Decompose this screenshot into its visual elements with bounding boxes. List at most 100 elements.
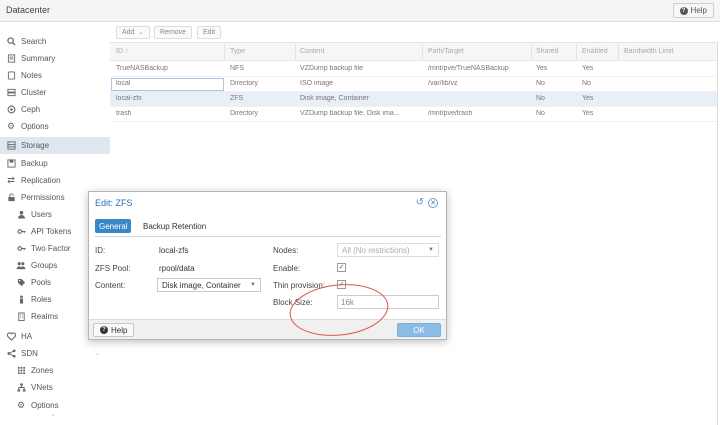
enable-checkbox[interactable]: ✓ <box>337 263 346 272</box>
male-icon <box>16 295 26 305</box>
remove-button[interactable]: Remove <box>154 26 193 39</box>
sidebar-item-label: Notes <box>21 71 42 80</box>
column-header-id[interactable]: ID ↑ <box>116 48 128 55</box>
sidebar-item-label: Options <box>21 122 49 131</box>
sidebar-item-label: Search <box>21 37 47 46</box>
sidebar-item-cluster[interactable]: Cluster <box>0 84 110 101</box>
sidebar-item-label: Roles <box>31 295 52 304</box>
cell-path: /mnt/pve/trash <box>428 110 473 117</box>
help-button[interactable]: ? Help <box>93 323 135 337</box>
table-row[interactable]: local Directory ISO image /var/lib/vz No… <box>110 77 718 92</box>
ok-button[interactable]: OK <box>397 323 441 337</box>
chevron-down-icon[interactable]: ⌄ <box>95 350 100 357</box>
cell-shared: No <box>536 95 545 102</box>
reset-icon[interactable]: ↺ <box>416 197 424 208</box>
table-row[interactable]: local-zfs ZFS Disk image, Container No Y… <box>110 92 718 107</box>
cell-id: trash <box>116 110 132 117</box>
tab-backup-retention[interactable]: Backup Retention <box>139 219 210 233</box>
key-icon <box>16 244 26 254</box>
sidebar-item-label: Cluster <box>21 88 47 97</box>
sidebar-item-sdn[interactable]: SDN ⌄ <box>0 345 110 362</box>
sidebar-item-replication[interactable]: ⇄ Replication <box>0 172 110 189</box>
cell-id: local <box>116 80 131 87</box>
edit-label: Edit <box>203 29 216 36</box>
sidebar-item-label: Two Factor <box>31 244 71 253</box>
book-icon <box>6 54 16 64</box>
sidebar-item-label: Storage <box>21 141 50 150</box>
column-header-type[interactable]: Type <box>230 48 245 55</box>
sidebar-item-label: HA <box>21 332 33 341</box>
cell-id: TrueNASBackup <box>116 65 168 72</box>
sidebar-item-search[interactable]: Search <box>0 33 110 50</box>
sidebar-item-label: SDN <box>21 349 38 358</box>
nodes-label: Nodes: <box>273 246 299 255</box>
remove-label: Remove <box>160 29 187 36</box>
column-header-enabled[interactable]: Enabled <box>582 48 608 55</box>
cell-enabled: Yes <box>582 95 594 102</box>
content-value: Disk image, Container <box>162 280 241 290</box>
sidebar-item-notes[interactable]: Notes <box>0 67 110 84</box>
table-row[interactable]: TrueNASBackup NFS VZDump backup file /mn… <box>110 62 718 77</box>
notes-icon <box>6 71 16 81</box>
cell-content: ISO image <box>300 80 334 87</box>
tab-divider <box>95 236 441 237</box>
sidebar-item-label: Realms <box>31 312 59 321</box>
help-button-top[interactable]: ? Help <box>672 3 714 18</box>
database-icon <box>6 141 16 151</box>
cell-path: /mnt/pve/TrueNASBackup <box>428 65 509 72</box>
id-value: local-zfs <box>159 246 189 255</box>
question-icon: ? <box>100 326 108 334</box>
column-header-shared[interactable]: Shared <box>536 48 559 55</box>
column-header-bandwidth[interactable]: Bandwidth Limit <box>624 48 673 55</box>
annotation-circle <box>289 284 389 336</box>
edit-button[interactable]: Edit <box>197 26 222 39</box>
id-label: ID: <box>95 246 106 255</box>
zfs-pool-value: rpool/data <box>159 264 195 273</box>
grid-header: ID ↑ Type Content Path/Target Shared Ena… <box>110 42 718 61</box>
sidebar-item-options[interactable]: ⚙ Options <box>0 118 110 135</box>
add-label: Add <box>122 29 135 36</box>
column-separator <box>422 44 423 61</box>
sidebar-item-zones[interactable]: Zones <box>0 362 110 379</box>
content-select[interactable]: Disk image, Container ▼ <box>157 278 261 292</box>
sidebar-item-label: VNets <box>31 383 53 392</box>
help-label: Help <box>690 6 707 15</box>
sidebar-item-label: Replication <box>21 176 61 185</box>
nodes-value: All (No restrictions) <box>342 245 410 255</box>
cell-shared: Yes <box>536 65 548 72</box>
sidebar-item-ceph[interactable]: Ceph <box>0 101 110 118</box>
gear-icon: ⚙ <box>6 121 16 131</box>
sidebar-item-label: Zones <box>31 366 54 375</box>
users-icon <box>16 261 26 271</box>
nodes-select[interactable]: All (No restrictions) ▼ <box>337 243 439 257</box>
cell-path: /var/lib/vz <box>428 80 458 87</box>
sidebar-item-storage[interactable]: Storage <box>0 137 110 154</box>
edit-zfs-dialog: Edit: ZFS ↺ ✕ General Backup Retention I… <box>88 191 447 340</box>
cell-shared: No <box>536 110 545 117</box>
table-row[interactable]: trash Directory VZDump backup file, Disk… <box>110 107 718 122</box>
tab-general[interactable]: General <box>95 219 132 233</box>
sidebar-item-backup[interactable]: Backup <box>0 155 110 172</box>
cell-enabled: Yes <box>582 110 594 117</box>
sidebar-item-label: Permissions <box>21 193 65 202</box>
column-header-content[interactable]: Content <box>300 48 325 55</box>
chevron-down-icon[interactable]: ⌄ <box>50 410 56 418</box>
panel-border <box>717 42 718 425</box>
sidebar-item-vnets[interactable]: VNets <box>0 379 110 396</box>
sidebar-item-label: Options <box>31 401 59 410</box>
sdn-icon <box>6 349 16 359</box>
sidebar-item-label: Ceph <box>21 105 41 114</box>
gear-icon: ⚙ <box>16 400 26 410</box>
close-icon[interactable]: ✕ <box>428 198 438 208</box>
cell-type: ZFS <box>230 95 244 102</box>
cell-content: VZDump backup file <box>300 65 364 72</box>
column-header-path[interactable]: Path/Target <box>428 48 464 55</box>
add-button[interactable]: Add ⌄ <box>116 26 150 39</box>
cell-type: Directory <box>230 80 259 87</box>
storage-toolbar: Add ⌄ Remove Edit <box>110 22 720 42</box>
sidebar-item-summary[interactable]: Summary <box>0 50 110 67</box>
network-icon <box>16 383 26 393</box>
key-icon <box>16 227 26 237</box>
help-label: Help <box>111 325 128 335</box>
dialog-tabs: General Backup Retention <box>89 217 446 235</box>
